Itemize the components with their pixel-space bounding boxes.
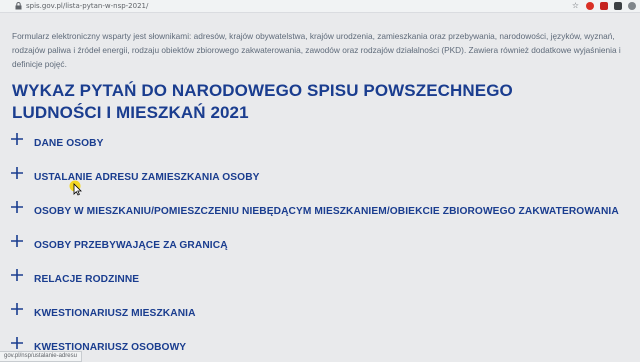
section-label: OSOBY W MIESZKANIU/POMIESZCZENIU NIEBĘDĄ… (34, 205, 619, 217)
extension-icon[interactable] (613, 1, 622, 10)
plus-icon (11, 201, 23, 213)
section-kwestionariusz-mieszkania[interactable]: KWESTIONARIUSZ MIESZKANIA (10, 303, 196, 322)
mouse-cursor-icon (69, 180, 82, 196)
section-dane-osoby[interactable]: DANE OSOBY (10, 133, 104, 152)
section-label: KWESTIONARIUSZ MIESZKANIA (34, 307, 196, 319)
intro-paragraph: Formularz elektroniczny wsparty jest sło… (12, 31, 621, 70)
section-relacje-rodzinne[interactable]: RELACJE RODZINNE (10, 269, 140, 288)
plus-icon (11, 303, 23, 315)
url-text[interactable]: spis.gov.pl/lista-pytan-w-nsp-2021/ (26, 2, 148, 10)
section-osoby-w-mieszkaniu[interactable]: OSOBY W MIESZKANIU/POMIESZCZENIU NIEBĘDĄ… (10, 201, 619, 220)
browser-status-url: gov.pl/nsp/ustalanie-adresu (0, 351, 82, 362)
plus-icon (11, 167, 23, 179)
section-ustalanie-adresu[interactable]: USTALANIE ADRESU ZAMIESZKANIA OSOBY (10, 167, 260, 186)
star-icon[interactable]: ☆ (571, 1, 580, 10)
section-label: USTALANIE ADRESU ZAMIESZKANIA OSOBY (34, 171, 260, 183)
browser-address-bar[interactable]: spis.gov.pl/lista-pytan-w-nsp-2021/ ☆ (0, 0, 640, 13)
section-label: RELACJE RODZINNE (34, 273, 140, 285)
page-title-line-1: WYKAZ PYTAŃ DO NARODOWEGO SPISU POWSZECH… (12, 81, 513, 100)
plus-icon (11, 269, 23, 281)
extension-icon[interactable] (599, 1, 608, 10)
page-title-line-2: LUDNOŚCI I MIESZKAŃ 2021 (12, 103, 249, 122)
plus-icon (11, 235, 23, 247)
section-label: DANE OSOBY (34, 137, 104, 149)
section-label: OSOBY PRZEBYWAJĄCE ZA GRANICĄ (34, 239, 228, 251)
plus-icon (11, 337, 23, 349)
browser-toolbar-icons: ☆ (571, 1, 636, 10)
lock-icon (14, 2, 23, 11)
page-title: WYKAZ PYTAŃ DO NARODOWEGO SPISU POWSZECH… (12, 80, 532, 124)
extension-icon[interactable] (585, 1, 594, 10)
section-osoby-za-granica[interactable]: OSOBY PRZEBYWAJĄCE ZA GRANICĄ (10, 235, 228, 254)
plus-icon (11, 133, 23, 145)
profile-icon[interactable] (627, 1, 636, 10)
